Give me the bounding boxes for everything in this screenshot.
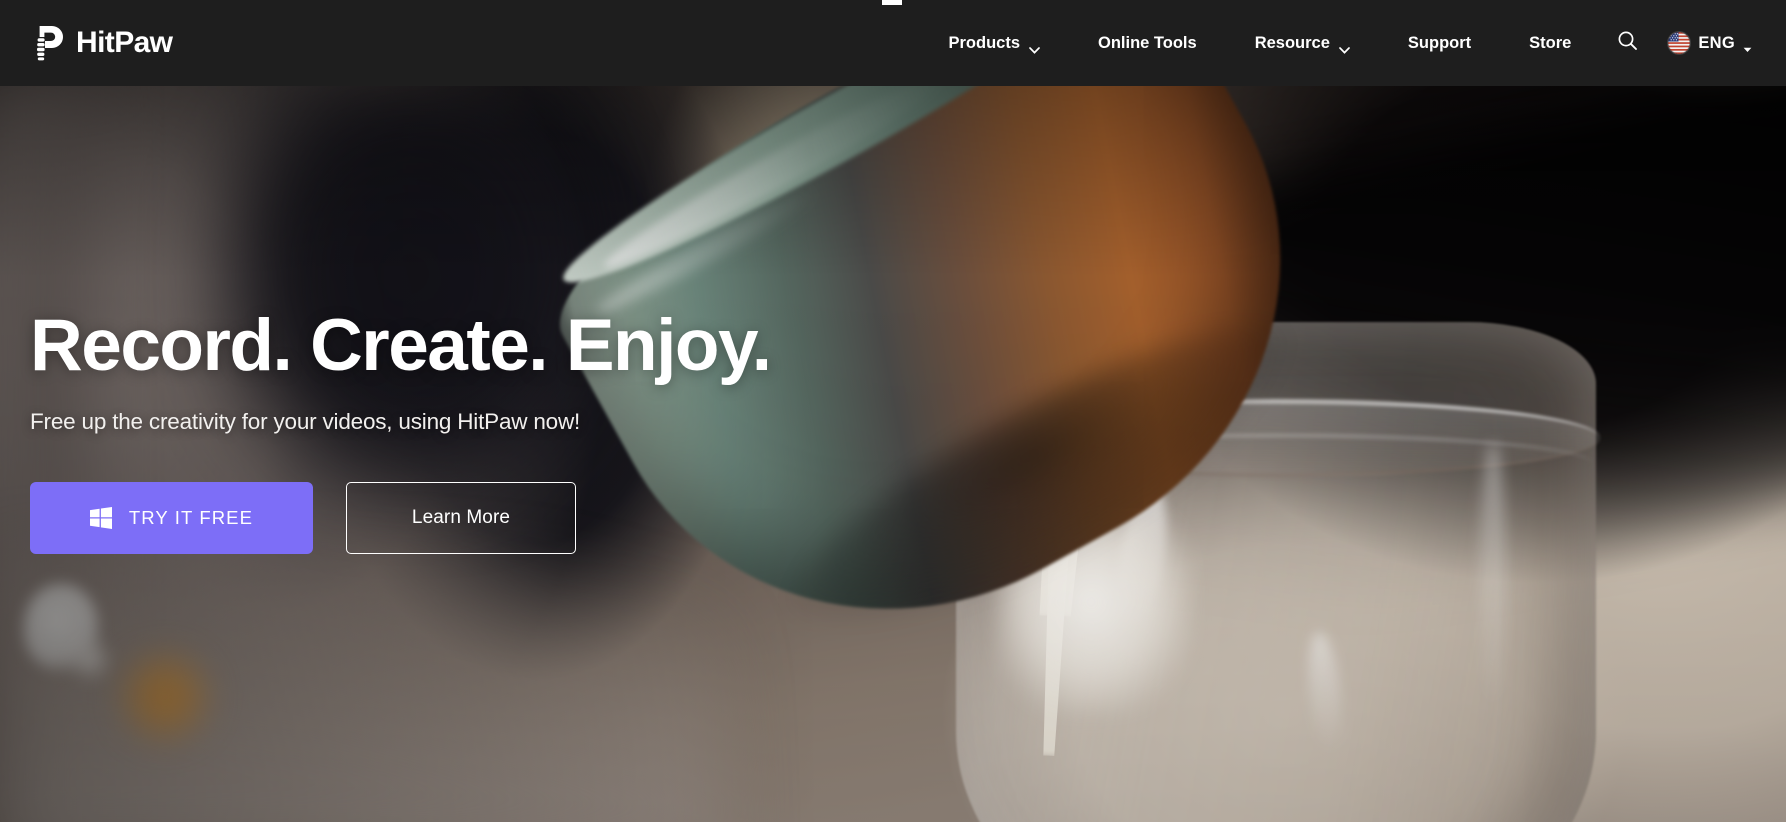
language-label: ENG [1698,33,1735,52]
hero-section: Record. Create. Enjoy. Free up the creat… [0,86,1786,822]
nav-item-online-tools[interactable]: Online Tools [1069,0,1226,86]
nav-item-label: Support [1407,33,1472,52]
chevron-down-icon [1339,40,1350,54]
caret-down-icon [1743,40,1752,52]
nav-item-label: Products [948,33,1020,52]
hero-subtitle: Free up the creativity for your videos, … [30,408,581,434]
top-notch-indicator [882,0,902,5]
search-button[interactable] [1600,0,1654,86]
nav-item-resource[interactable]: Resource [1226,0,1379,86]
nav-item-support[interactable]: Support [1379,0,1500,86]
page-root: HitPaw Products Online Tools Resource Su… [0,0,1786,822]
us-flag-icon [1668,32,1691,54]
learn-more-label: Learn More [411,506,511,528]
try-it-free-button[interactable]: TRY IT FREE [30,481,313,554]
hero-content: Record. Create. Enjoy. Free up the creat… [30,305,772,554]
hero-action-buttons: TRY IT FREE Learn More [30,481,771,554]
site-header: HitPaw Products Online Tools Resource Su… [0,0,1786,86]
search-icon [1617,30,1638,56]
nav-item-label: Resource [1254,33,1330,52]
brand-logo-link[interactable]: HitPaw [28,24,173,62]
nav-item-label: Store [1529,33,1572,52]
nav-item-products[interactable]: Products [919,0,1069,86]
brand-name-text: HitPaw [76,26,173,59]
try-it-free-label: TRY IT FREE [128,506,254,528]
hero-title: Record. Create. Enjoy. [30,305,772,386]
language-selector[interactable]: ENG [1654,0,1760,86]
learn-more-button[interactable]: Learn More [346,481,576,554]
main-navigation: Products Online Tools Resource Support S… [919,0,1786,86]
nav-item-label: Online Tools [1098,33,1197,52]
windows-logo-icon [89,506,112,529]
nav-item-store[interactable]: Store [1500,0,1600,86]
hitpaw-paw-logo-icon [28,24,63,62]
chevron-down-icon [1029,40,1040,54]
